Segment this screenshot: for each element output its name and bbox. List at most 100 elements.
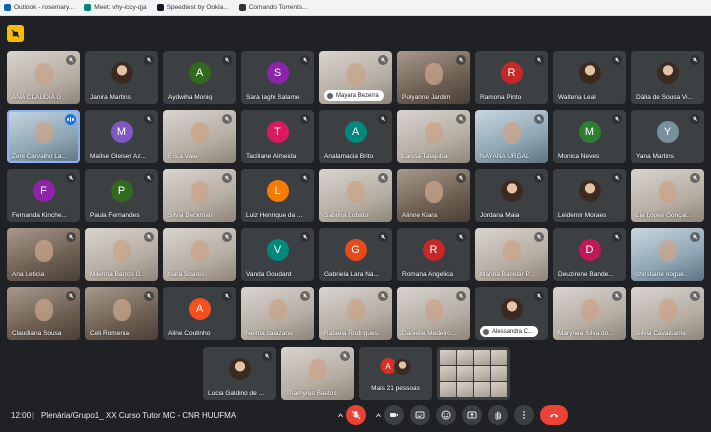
participant-name: Marynea Silva do... bbox=[558, 330, 614, 337]
participant-tile[interactable]: Lucia Galdino de ... bbox=[203, 347, 276, 400]
participant-name: Paula Fernandes bbox=[90, 212, 140, 219]
camera-feed bbox=[424, 121, 443, 144]
more-options-button[interactable] bbox=[514, 405, 534, 425]
participant-tile[interactable]: T Taciliane Almeida bbox=[241, 110, 314, 163]
participant-name: Danielle Medeiro... bbox=[402, 330, 457, 337]
participant-tile[interactable]: Mayara Bezerra bbox=[319, 51, 392, 104]
hand-raise-badge[interactable] bbox=[7, 25, 24, 42]
participant-tile[interactable]: A Aydwiha Moniq bbox=[163, 51, 236, 104]
participant-tile[interactable]: Polyanne Jardim bbox=[397, 51, 470, 104]
mic-options-button[interactable] bbox=[334, 405, 346, 425]
mic-off-icon bbox=[222, 114, 232, 124]
mic-off-icon bbox=[534, 232, 544, 242]
participant-tile[interactable]: Silvia Beckman bbox=[163, 169, 236, 222]
more-participants-tile[interactable]: A Mais 21 pessoas bbox=[359, 347, 432, 400]
participant-tile[interactable]: S Sara Iaghi Salame bbox=[241, 51, 314, 104]
camera-feed bbox=[424, 298, 443, 321]
mic-off-icon bbox=[222, 232, 232, 242]
participant-tile[interactable]: Y Yana Martins bbox=[631, 110, 704, 163]
mic-off-icon bbox=[222, 55, 232, 65]
participant-tile[interactable]: Dália de Sousa Vi... bbox=[631, 51, 704, 104]
participant-avatar: P bbox=[110, 180, 133, 203]
camera-toggle-button[interactable] bbox=[384, 405, 404, 425]
participant-photo bbox=[656, 62, 679, 85]
participant-name: Thamyres Bastos bbox=[286, 390, 337, 397]
participant-name: Fernanda Kinche... bbox=[12, 212, 67, 219]
participant-tile[interactable]: A Aline Coutinho bbox=[163, 287, 236, 340]
leave-call-button[interactable] bbox=[540, 405, 568, 425]
participant-name: Jordana Maia bbox=[480, 212, 520, 219]
call-controls bbox=[334, 405, 568, 425]
participant-tile[interactable]: Janira Martins bbox=[85, 51, 158, 104]
mic-off-icon bbox=[300, 55, 310, 65]
participant-tile[interactable]: G Gabriela Lara Na... bbox=[319, 228, 392, 281]
participant-tile[interactable]: Nara Soares bbox=[163, 228, 236, 281]
participant-photo bbox=[578, 180, 601, 203]
participant-tile[interactable]: Sabrina Lobato bbox=[319, 169, 392, 222]
participant-name: Luiz Henrique da ... bbox=[246, 212, 303, 219]
mic-off-icon bbox=[222, 291, 232, 301]
bookmark-item[interactable]: Meet: vhy-iccy-qja bbox=[84, 4, 147, 11]
participant-tile[interactable]: M Maílse Gleiser Az... bbox=[85, 110, 158, 163]
bookmark-item[interactable]: Comando Torrents... bbox=[238, 4, 308, 11]
separator: | bbox=[32, 410, 35, 420]
mic-off-icon bbox=[378, 55, 388, 65]
participant-tile[interactable]: M Monica Neves bbox=[553, 110, 626, 163]
bookmark-item[interactable]: Speedtest by Ookla... bbox=[156, 4, 229, 11]
mic-toggle-button[interactable] bbox=[346, 405, 366, 425]
participant-name: Neima calazans bbox=[246, 330, 293, 337]
grid-view-tile[interactable] bbox=[437, 347, 510, 400]
participant-tile[interactable]: Claudiana Sousa bbox=[7, 287, 80, 340]
camera-feed bbox=[580, 298, 599, 321]
participant-tile[interactable]: Silvia Cavalcante bbox=[631, 287, 704, 340]
participant-tile[interactable]: christiane nogue... bbox=[631, 228, 704, 281]
camera-options-button[interactable] bbox=[372, 405, 384, 425]
name-pill: Mayara Bezerra bbox=[324, 90, 384, 101]
present-button[interactable] bbox=[462, 405, 482, 425]
participant-tile[interactable]: P Paula Fernandes bbox=[85, 169, 158, 222]
participant-tile[interactable]: D Deuzirene Bande... bbox=[553, 228, 626, 281]
captions-button[interactable] bbox=[410, 405, 430, 425]
participant-tile[interactable]: Érica Vale bbox=[163, 110, 236, 163]
participant-tile[interactable]: Jordana Maia bbox=[475, 169, 548, 222]
participant-tile[interactable]: Neima calazans bbox=[241, 287, 314, 340]
participant-avatar: R bbox=[422, 239, 445, 262]
participant-tile[interactable]: L Luiz Henrique da ... bbox=[241, 169, 314, 222]
participant-name: Érica Vale bbox=[168, 153, 198, 160]
participant-tile[interactable]: Marina Bacelar P... bbox=[475, 228, 548, 281]
participant-name: Milenna Barros G... bbox=[90, 271, 146, 278]
participant-name: Ana Leticia bbox=[12, 271, 45, 278]
participant-tile[interactable]: Danielle Medeiro... bbox=[397, 287, 470, 340]
participant-tile[interactable]: Alessandra C... bbox=[475, 287, 548, 340]
mic-off-icon bbox=[690, 114, 700, 124]
participant-tile[interactable]: Marynea Silva do... bbox=[553, 287, 626, 340]
raise-hand-button[interactable] bbox=[488, 405, 508, 425]
participant-avatar: A bbox=[188, 298, 211, 321]
participant-name: Dália de Sousa Vi... bbox=[636, 94, 693, 101]
participant-tile[interactable]: Thamyres Bastos bbox=[281, 347, 354, 400]
participant-tile[interactable]: Walteria Leal bbox=[553, 51, 626, 104]
participant-tile[interactable]: Lia Lopes Gonçal... bbox=[631, 169, 704, 222]
participant-tile[interactable]: A Analamacia Brito bbox=[319, 110, 392, 163]
participant-tile[interactable]: F Fernanda Kinche... bbox=[7, 169, 80, 222]
mic-off-icon bbox=[300, 291, 310, 301]
reactions-button[interactable] bbox=[436, 405, 456, 425]
participant-tile[interactable]: Alinne Kiara bbox=[397, 169, 470, 222]
participant-tile[interactable]: ANA CLAUDIA G bbox=[7, 51, 80, 104]
participant-tile[interactable]: Laissa Tatajuba bbox=[397, 110, 470, 163]
participant-name: Janira Martins bbox=[90, 94, 131, 101]
mini-tile bbox=[457, 350, 473, 365]
participant-tile[interactable]: V Vanda Goudard bbox=[241, 228, 314, 281]
participant-tile[interactable]: Milenna Barros G... bbox=[85, 228, 158, 281]
participant-name: Silvia Beckman bbox=[168, 212, 213, 219]
participant-tile[interactable]: Celi Romenia bbox=[85, 287, 158, 340]
participant-tile[interactable]: R Romana Angelica bbox=[397, 228, 470, 281]
participant-tile[interactable]: Leidemir Moraes bbox=[553, 169, 626, 222]
participant-tile[interactable]: R Ramona Pinto bbox=[475, 51, 548, 104]
bookmark-item[interactable]: Outlook - rosemary... bbox=[4, 4, 74, 11]
participant-tile[interactable]: Ana Leticia bbox=[7, 228, 80, 281]
participant-tile[interactable]: NAYANA URGAL bbox=[475, 110, 548, 163]
participant-tile[interactable]: Rafaela Rodrigues bbox=[319, 287, 392, 340]
participant-tile[interactable]: Zeni Carvalho La... bbox=[7, 110, 80, 163]
mini-grid-preview bbox=[440, 350, 507, 397]
